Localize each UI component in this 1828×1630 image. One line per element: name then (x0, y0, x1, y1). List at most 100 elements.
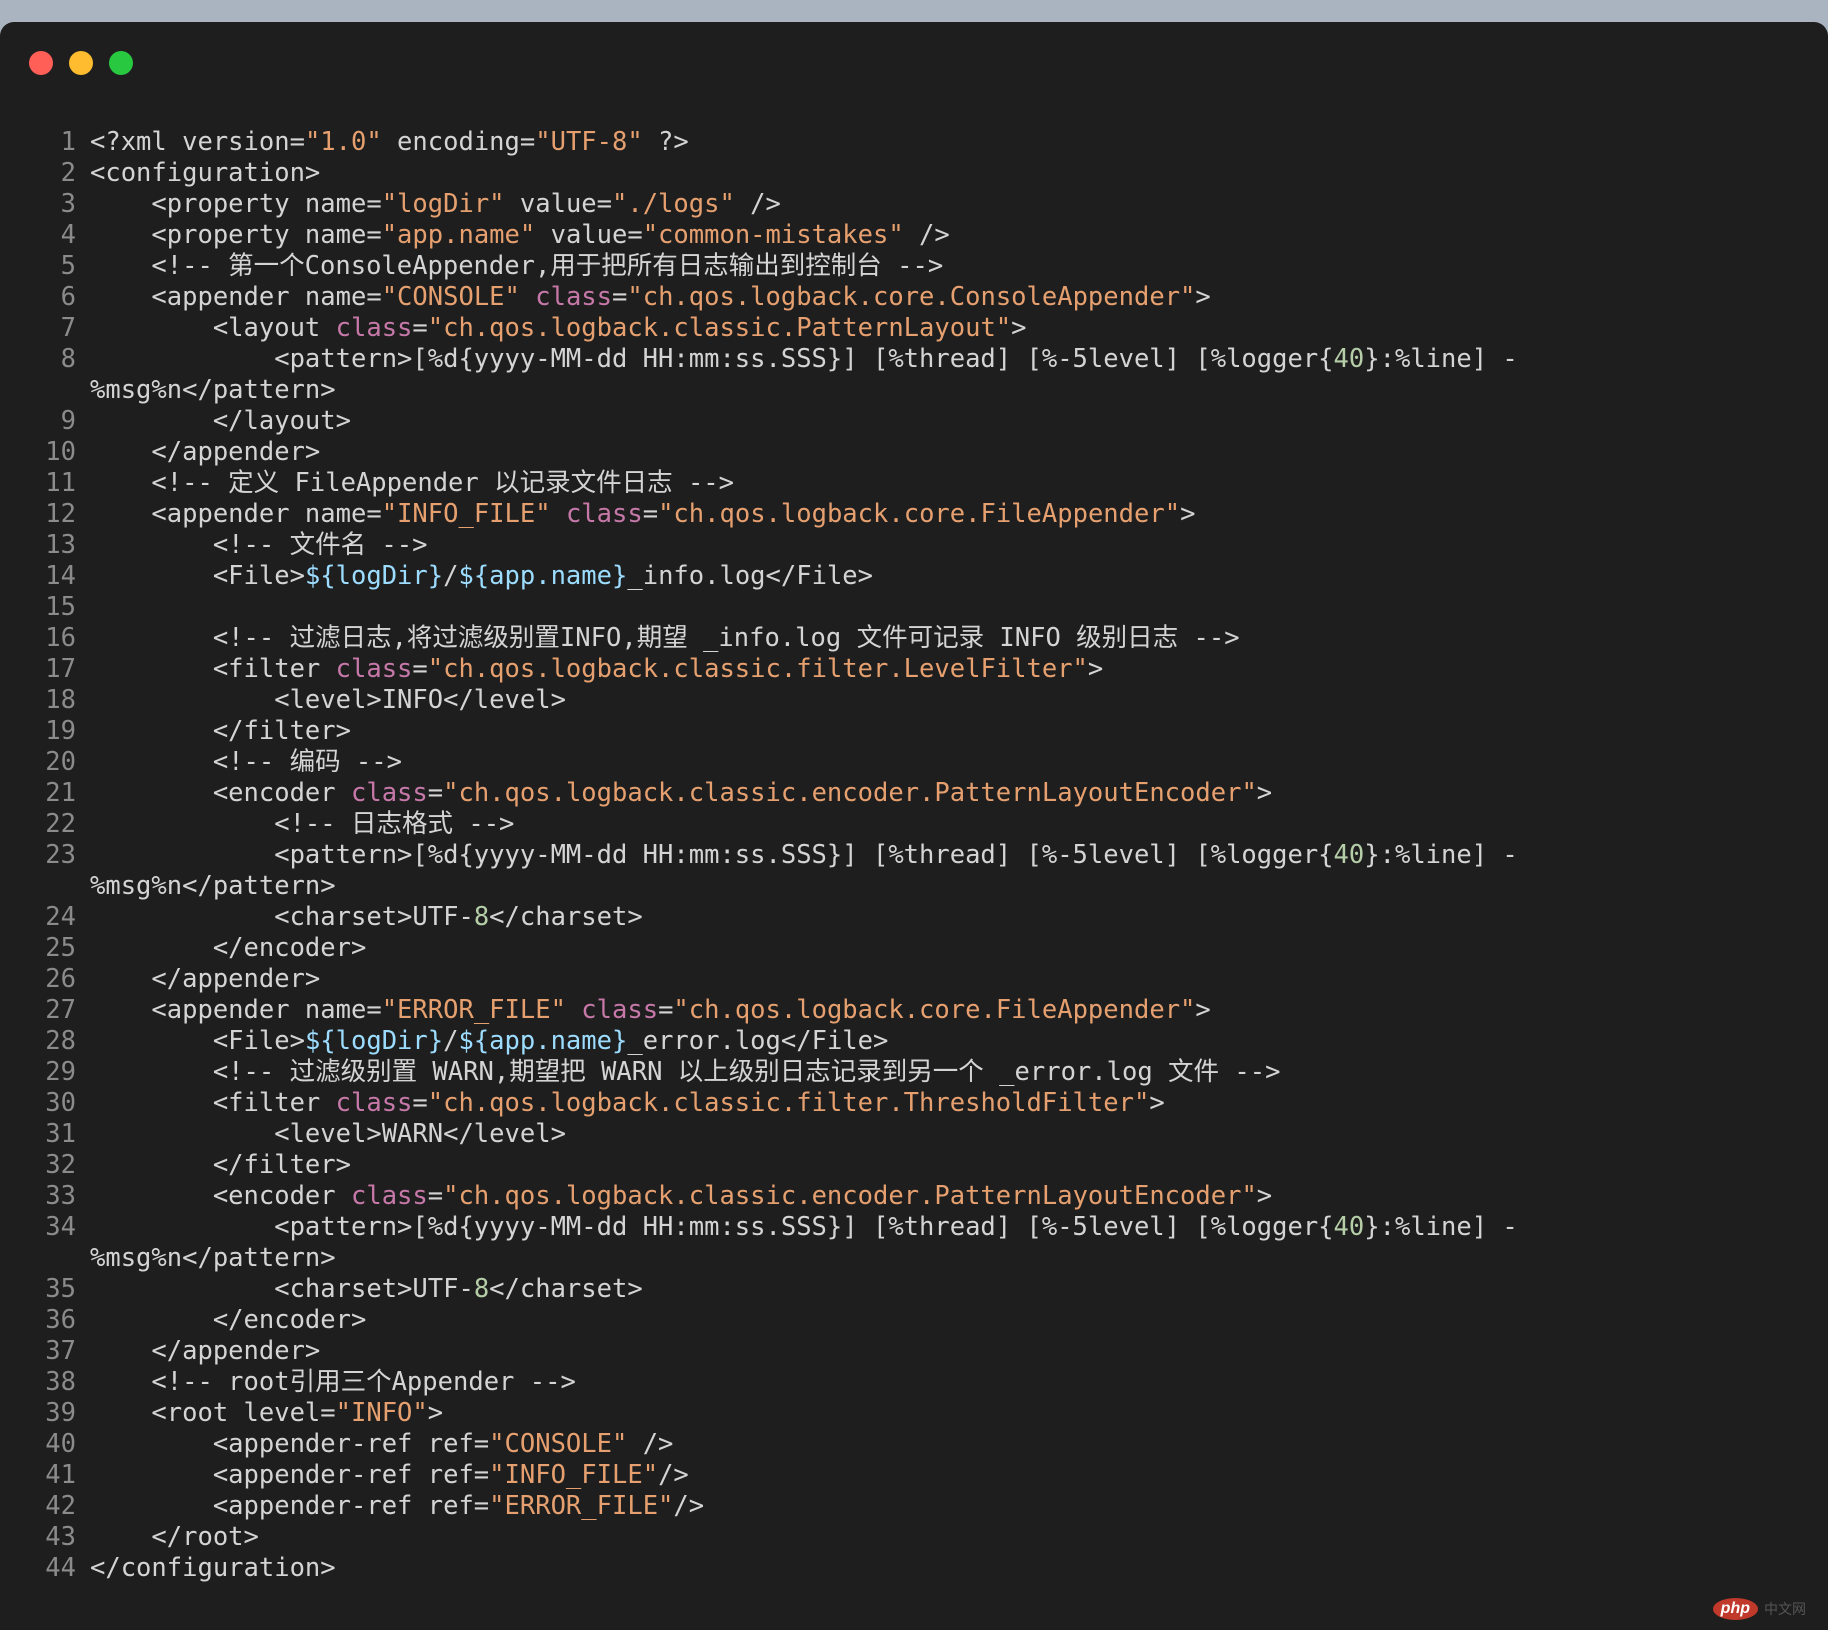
line-number (0, 1243, 76, 1274)
line-number: 41 (45, 1460, 76, 1490)
line-number: 14 (45, 561, 76, 591)
code-line: 26 </appender> (0, 964, 1828, 995)
window-controls (29, 51, 133, 75)
code-line: %msg%n</pattern> (0, 1243, 1828, 1274)
code-line: 36 </encoder> (0, 1305, 1828, 1336)
line-text: <appender name="INFO_FILE" class="ch.qos… (90, 499, 1196, 529)
line-number: 33 (45, 1181, 76, 1211)
code-line: 18 <level>INFO</level> (0, 685, 1828, 716)
line-text: <property name="logDir" value="./logs" /… (90, 189, 781, 219)
line-number: 24 (45, 902, 76, 932)
line-number: 31 (45, 1119, 76, 1149)
close-button[interactable] (29, 51, 53, 75)
line-text: </filter> (90, 716, 351, 746)
minimize-button[interactable] (69, 51, 93, 75)
line-number: 28 (45, 1026, 76, 1056)
code-line: 41 <appender-ref ref="INFO_FILE"/> (0, 1460, 1828, 1491)
line-text: <filter class="ch.qos.logback.classic.fi… (90, 654, 1104, 684)
line-text: <charset>UTF-8</charset> (90, 902, 643, 932)
line-text: <!-- 编码 --> (90, 747, 402, 777)
line-number: 10 (45, 437, 76, 467)
code-line: %msg%n</pattern> (0, 375, 1828, 406)
line-number: 36 (45, 1305, 76, 1335)
line-number (0, 375, 76, 406)
code-line: 19 </filter> (0, 716, 1828, 747)
line-number: 22 (45, 809, 76, 839)
code-line: 39 <root level="INFO"> (0, 1398, 1828, 1429)
code-line: 20 <!-- 编码 --> (0, 747, 1828, 778)
line-text: </configuration> (90, 1553, 336, 1583)
line-number: 4 (60, 220, 76, 250)
line-number: 40 (45, 1429, 76, 1459)
code-line: 28 <File>${logDir}/${app.name}_error.log… (0, 1026, 1828, 1057)
code-line: 34 <pattern>[%d{yyyy-MM-dd HH:mm:ss.SSS}… (0, 1212, 1828, 1243)
line-number: 19 (45, 716, 76, 746)
line-number: 5 (60, 251, 76, 281)
line-number: 17 (45, 654, 76, 684)
line-text: <encoder class="ch.qos.logback.classic.e… (90, 778, 1273, 808)
line-number: 20 (45, 747, 76, 777)
code-line: 10 </appender> (0, 437, 1828, 468)
line-number: 6 (60, 282, 76, 312)
line-number: 1 (60, 127, 76, 157)
line-text: %msg%n</pattern> (90, 375, 336, 405)
code-line: 13 <!-- 文件名 --> (0, 530, 1828, 561)
line-number: 32 (45, 1150, 76, 1180)
line-text: <appender name="CONSOLE" class="ch.qos.l… (90, 282, 1211, 312)
watermark: php 中文网 (1712, 1598, 1806, 1620)
line-text: <appender-ref ref="INFO_FILE"/> (90, 1460, 689, 1490)
code-line: 4 <property name="app.name" value="commo… (0, 220, 1828, 251)
line-number: 8 (60, 344, 76, 374)
code-line: 12 <appender name="INFO_FILE" class="ch.… (0, 499, 1828, 530)
code-line: 21 <encoder class="ch.qos.logback.classi… (0, 778, 1828, 809)
code-line: 6 <appender name="CONSOLE" class="ch.qos… (0, 282, 1828, 313)
code-line: 25 </encoder> (0, 933, 1828, 964)
code-line: 7 <layout class="ch.qos.logback.classic.… (0, 313, 1828, 344)
code-line: 37 </appender> (0, 1336, 1828, 1367)
line-number: 7 (60, 313, 76, 343)
line-number: 43 (45, 1522, 76, 1552)
line-text: </layout> (90, 406, 351, 436)
line-text: <pattern>[%d{yyyy-MM-dd HH:mm:ss.SSS}] [… (90, 344, 1518, 374)
code-line: 17 <filter class="ch.qos.logback.classic… (0, 654, 1828, 685)
line-text: <level>WARN</level> (90, 1119, 566, 1149)
code-line: 29 <!-- 过滤级别置 WARN,期望把 WARN 以上级别日志记录到另一个… (0, 1057, 1828, 1088)
code-line: 5 <!-- 第一个ConsoleAppender,用于把所有日志输出到控制台 … (0, 251, 1828, 282)
code-line: 40 <appender-ref ref="CONSOLE" /> (0, 1429, 1828, 1460)
line-number: 37 (45, 1336, 76, 1366)
code-line: 32 </filter> (0, 1150, 1828, 1181)
line-number: 27 (45, 995, 76, 1025)
line-text: </appender> (90, 964, 321, 994)
line-text: %msg%n</pattern> (90, 1243, 336, 1273)
line-number: 3 (60, 189, 76, 219)
line-text: <?xml version="1.0" encoding="UTF-8" ?> (90, 127, 689, 157)
line-number: 16 (45, 623, 76, 653)
line-number: 13 (45, 530, 76, 560)
code-line: 30 <filter class="ch.qos.logback.classic… (0, 1088, 1828, 1119)
line-number: 42 (45, 1491, 76, 1521)
line-text: </appender> (90, 1336, 321, 1366)
line-number: 38 (45, 1367, 76, 1397)
maximize-button[interactable] (109, 51, 133, 75)
line-text: </appender> (90, 437, 321, 467)
line-text: </root> (90, 1522, 259, 1552)
line-text: <charset>UTF-8</charset> (90, 1274, 643, 1304)
line-text: <filter class="ch.qos.logback.classic.fi… (90, 1088, 1165, 1118)
line-text: <!-- 过滤级别置 WARN,期望把 WARN 以上级别日志记录到另一个 _e… (90, 1057, 1281, 1087)
code-line: 15 (0, 592, 1828, 623)
watermark-text: 中文网 (1764, 1601, 1806, 1617)
line-number: 26 (45, 964, 76, 994)
code-line: 35 <charset>UTF-8</charset> (0, 1274, 1828, 1305)
line-number: 30 (45, 1088, 76, 1118)
line-text: <level>INFO</level> (90, 685, 566, 715)
code-line: 42 <appender-ref ref="ERROR_FILE"/> (0, 1491, 1828, 1522)
code-line: 44 </configuration> (0, 1553, 1828, 1584)
line-text (76, 592, 1828, 623)
code-line: 22 <!-- 日志格式 --> (0, 809, 1828, 840)
code-line: 8 <pattern>[%d{yyyy-MM-dd HH:mm:ss.SSS}]… (0, 344, 1828, 375)
line-number: 11 (45, 468, 76, 498)
line-number: 12 (45, 499, 76, 529)
line-number: 23 (45, 840, 76, 870)
line-text: <File>${logDir}/${app.name}_info.log</Fi… (90, 561, 873, 591)
line-number: 21 (45, 778, 76, 808)
